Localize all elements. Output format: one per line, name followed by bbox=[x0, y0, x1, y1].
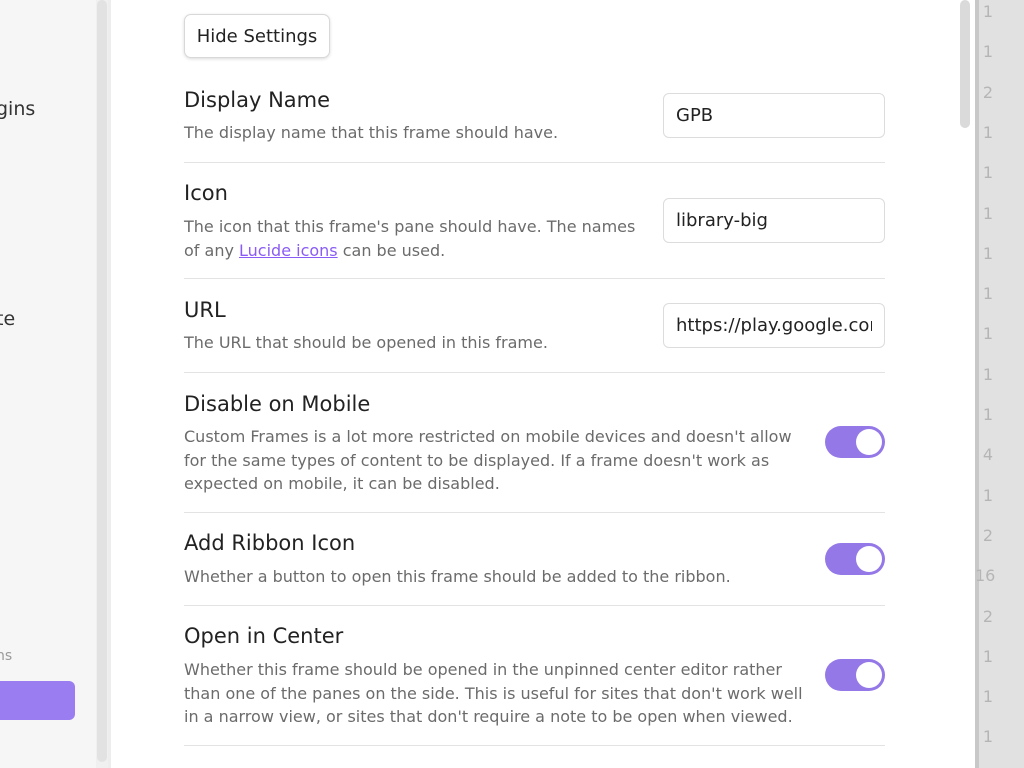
disable-on-mobile-toggle[interactable] bbox=[825, 426, 885, 458]
setting-title: Icon bbox=[184, 181, 228, 205]
open-in-center-toggle[interactable] bbox=[825, 659, 885, 691]
line-number: 1 bbox=[982, 324, 993, 344]
line-number: 1 bbox=[982, 485, 993, 505]
setting-disable-on-mobile: Disable on Mobile Custom Frames is a lot… bbox=[184, 373, 885, 513]
line-number: 1 bbox=[982, 42, 993, 62]
sidebar-section-heading: ns bbox=[0, 648, 13, 664]
lucide-icons-link[interactable]: Lucide icons bbox=[239, 241, 338, 260]
line-number: 4 bbox=[982, 445, 993, 465]
hide-settings-button[interactable]: Hide Settings bbox=[184, 14, 330, 58]
add-ribbon-icon-toggle[interactable] bbox=[825, 543, 885, 575]
setting-display-name: Display Name The display name that this … bbox=[184, 84, 885, 163]
setting-open-in-center: Open in Center Whether this frame should… bbox=[184, 606, 885, 746]
toggle-knob bbox=[856, 429, 882, 455]
app-window: gins te ns Hide Settings Display Name Th… bbox=[0, 0, 1024, 768]
settings-content: Hide Settings Display Name The display n… bbox=[112, 0, 972, 768]
url-input[interactable] bbox=[663, 303, 885, 348]
setting-add-ribbon-icon: Add Ribbon Icon Whether a button to open… bbox=[184, 513, 885, 606]
setting-url: URL The URL that should be opened in thi… bbox=[184, 279, 885, 373]
line-number: 1 bbox=[982, 364, 993, 384]
line-number: 1 bbox=[982, 243, 993, 263]
line-number: 1 bbox=[982, 2, 993, 21]
sidebar-divider bbox=[108, 0, 111, 768]
line-number: 1 bbox=[982, 122, 993, 142]
line-number: 1 bbox=[982, 163, 993, 183]
line-number: 1 bbox=[982, 284, 993, 304]
setting-title: Open in Center bbox=[184, 624, 344, 648]
setting-description: Custom Frames is a lot more restricted o… bbox=[184, 427, 792, 493]
display-name-input[interactable] bbox=[663, 93, 885, 138]
setting-description: The URL that should be opened in this fr… bbox=[184, 333, 548, 352]
setting-description: Whether this frame should be opened in t… bbox=[184, 660, 803, 726]
sidebar-item-note[interactable]: te bbox=[0, 308, 15, 330]
sidebar-item-plugins[interactable]: gins bbox=[0, 98, 35, 120]
line-number: 2 bbox=[982, 606, 993, 626]
line-number: 2 bbox=[982, 82, 993, 102]
sidebar-scrollbar[interactable] bbox=[96, 0, 108, 768]
setting-icon: Icon The icon that this frame's pane sho… bbox=[184, 163, 885, 279]
line-number: 16 bbox=[975, 566, 996, 586]
toggle-knob bbox=[856, 546, 882, 572]
setting-title: URL bbox=[184, 298, 226, 322]
line-number: 1 bbox=[982, 646, 993, 666]
description-text: can be used. bbox=[337, 240, 446, 260]
setting-title: Disable on Mobile bbox=[184, 392, 371, 416]
line-number: 1 bbox=[982, 203, 993, 223]
setting-description: Whether a button to open this frame shou… bbox=[184, 567, 731, 586]
line-number: 1 bbox=[982, 727, 993, 747]
line-number: 1 bbox=[982, 405, 993, 424]
line-number: 1 bbox=[982, 687, 993, 707]
setting-description: The icon that this frame's pane should h… bbox=[184, 215, 644, 262]
icon-input[interactable] bbox=[663, 198, 885, 243]
settings-sidebar: gins te ns bbox=[0, 0, 96, 768]
sidebar-scrollbar-thumb[interactable] bbox=[97, 0, 107, 762]
line-number: 2 bbox=[982, 525, 993, 545]
setting-title: Display Name bbox=[184, 88, 331, 112]
settings-scrollbar-thumb[interactable] bbox=[960, 0, 970, 128]
toggle-knob bbox=[856, 662, 882, 688]
setting-description: The display name that this frame should … bbox=[184, 123, 559, 142]
setting-title: Add Ribbon Icon bbox=[184, 531, 356, 555]
sidebar-item-active[interactable] bbox=[0, 681, 75, 720]
